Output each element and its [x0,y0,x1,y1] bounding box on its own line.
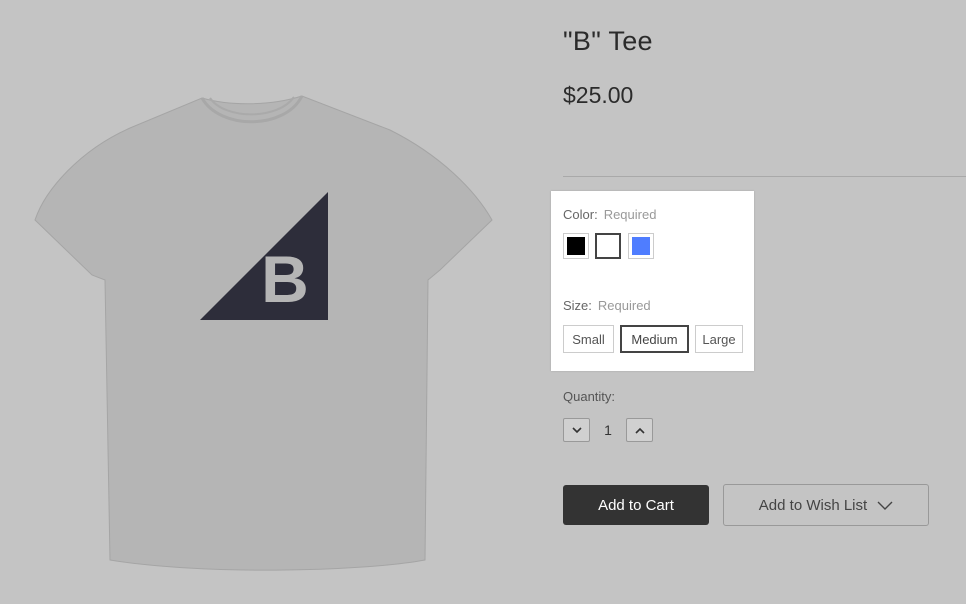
logo-letter: B [261,242,309,316]
quantity-value[interactable]: 1 [590,418,626,442]
chevron-down-icon [571,426,582,433]
product-title: "B" Tee [563,26,653,56]
product-image-area: B [0,0,540,604]
swatch-white[interactable] [595,233,621,259]
color-required: Required [603,207,657,222]
color-label: Color: Required [563,207,657,222]
size-label: Size: Required [563,298,651,313]
options-panel: Color: Required Size: Required Small Mediu… [551,191,754,371]
tshirt-image: B [34,95,493,571]
swatch-black[interactable] [563,233,589,259]
add-to-cart-button[interactable]: Add to Cart [563,485,709,525]
quantity-label: Quantity: [563,389,616,404]
product-price: $25.00 [563,82,634,108]
wishlist-label: Add to Wish List [758,496,868,514]
add-to-wishlist-button[interactable]: Add to Wish List [723,484,929,526]
chevron-up-icon [634,427,645,434]
size-required: Required [597,298,651,313]
quantity-increase-button[interactable] [626,418,653,442]
quantity-decrease-button[interactable] [563,418,590,442]
size-medium-button[interactable]: Medium [620,325,689,353]
size-small-button[interactable]: Small [563,325,614,353]
chevron-down-icon [877,501,893,510]
size-large-button[interactable]: Large [695,325,743,353]
swatch-blue[interactable] [628,233,654,259]
divider [563,176,966,177]
